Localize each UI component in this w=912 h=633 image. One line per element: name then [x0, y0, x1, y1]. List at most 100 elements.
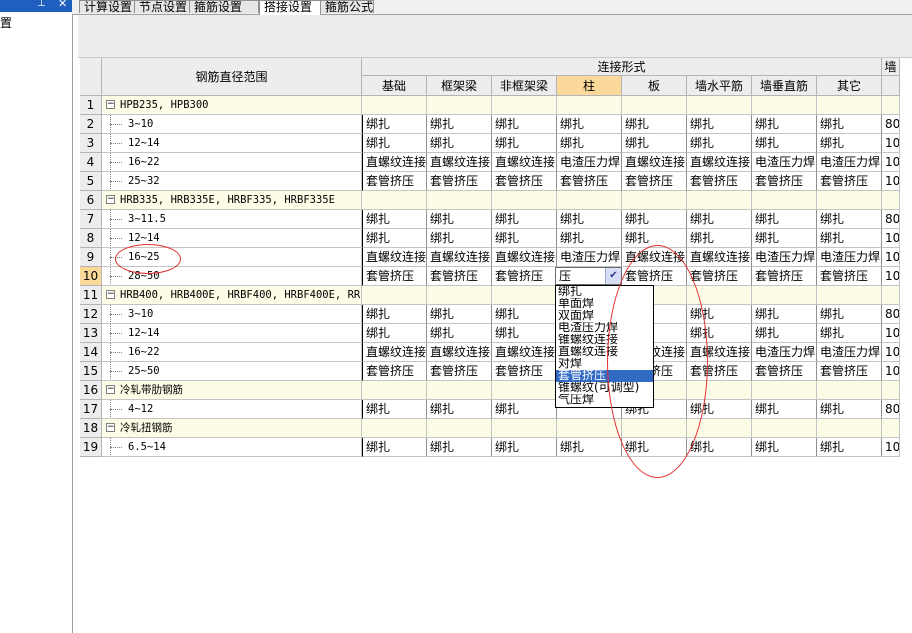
range-label[interactable]: 6.5~14	[102, 438, 362, 457]
connection-cell[interactable]	[492, 286, 557, 305]
column-header-7[interactable]: 其它	[817, 76, 882, 96]
connection-cell[interactable]	[817, 419, 882, 438]
connection-cell[interactable]	[557, 419, 622, 438]
connection-cell[interactable]: 绑扎	[362, 438, 427, 457]
connection-cell[interactable]: 电渣压力焊	[752, 153, 817, 172]
tab-3[interactable]: 搭接设置	[259, 0, 321, 15]
connection-cell[interactable]: 绑扎	[362, 210, 427, 229]
connection-cell[interactable]: 绑扎	[752, 438, 817, 457]
connection-cell[interactable]: 绑扎	[427, 438, 492, 457]
connection-cell[interactable]: 绑扎	[752, 115, 817, 134]
range-label[interactable]: 12~14	[102, 324, 362, 343]
range-label[interactable]: 4~12	[102, 400, 362, 419]
connection-cell[interactable]: 绑扎	[492, 115, 557, 134]
connection-cell[interactable]: 绑扎	[557, 210, 622, 229]
extra-cell[interactable]	[882, 96, 900, 115]
column-header-5[interactable]: 墙水平筋	[687, 76, 752, 96]
connection-cell[interactable]	[427, 191, 492, 210]
connection-cell[interactable]	[687, 381, 752, 400]
column-header-0[interactable]: 基础	[362, 76, 427, 96]
connection-cell[interactable]: 电渣压力焊	[817, 343, 882, 362]
connection-cell[interactable]: 绑扎	[362, 134, 427, 153]
connection-cell[interactable]	[427, 286, 492, 305]
connection-cell[interactable]	[557, 191, 622, 210]
pin-icon[interactable]: ⊥	[37, 0, 46, 9]
range-label[interactable]: 25~50	[102, 362, 362, 381]
connection-cell[interactable]: 绑扎	[362, 324, 427, 343]
connection-cell[interactable]: 绑扎	[557, 134, 622, 153]
connection-cell[interactable]: 绑扎	[622, 134, 687, 153]
connection-cell[interactable]: 绑扎	[622, 229, 687, 248]
connection-cell[interactable]	[622, 96, 687, 115]
connection-cell[interactable]	[687, 96, 752, 115]
connection-cell[interactable]	[492, 191, 557, 210]
range-label[interactable]: 16~25	[102, 248, 362, 267]
connection-cell[interactable]: 绑扎	[817, 438, 882, 457]
connection-cell[interactable]: 绑扎	[427, 210, 492, 229]
tab-1[interactable]: 节点设置	[134, 0, 190, 13]
connection-cell[interactable]: 绑扎	[557, 438, 622, 457]
connection-cell[interactable]: 绑扎	[557, 115, 622, 134]
column-header-6[interactable]: 墙垂直筋	[752, 76, 817, 96]
connection-cell[interactable]: 直螺纹连接	[687, 343, 752, 362]
connection-cell[interactable]: 套管挤压	[817, 362, 882, 381]
connection-cell[interactable]: 绑扎	[687, 210, 752, 229]
connection-cell[interactable]: 绑扎	[557, 229, 622, 248]
connection-cell[interactable]	[492, 381, 557, 400]
collapse-icon[interactable]: −	[106, 290, 115, 299]
group-row-label[interactable]: − 冷轧带肋钢筋	[102, 381, 362, 400]
range-label[interactable]: 25~32	[102, 172, 362, 191]
connection-cell[interactable]: 绑扎	[622, 210, 687, 229]
connection-cell[interactable]: 绑扎	[817, 229, 882, 248]
connection-cell[interactable]: 直螺纹连接	[622, 248, 687, 267]
extra-cell[interactable]: 10	[882, 324, 900, 343]
collapse-icon[interactable]: −	[106, 100, 115, 109]
connection-cell[interactable]: 绑扎	[817, 210, 882, 229]
connection-cell[interactable]: 绑扎	[492, 438, 557, 457]
connection-cell[interactable]: 绑扎	[752, 134, 817, 153]
connection-cell[interactable]	[427, 381, 492, 400]
extra-cell[interactable]	[882, 419, 900, 438]
connection-cell[interactable]	[817, 286, 882, 305]
extra-cell[interactable]: 10	[882, 267, 900, 286]
connection-cell[interactable]: 套管挤压	[557, 172, 622, 191]
extra-cell[interactable]: 10	[882, 343, 900, 362]
connection-cell[interactable]	[362, 381, 427, 400]
collapse-icon[interactable]: −	[106, 423, 115, 432]
connection-cell[interactable]: 绑扎	[427, 324, 492, 343]
range-label[interactable]: 28~50	[102, 267, 362, 286]
column-header-4[interactable]: 板	[622, 76, 687, 96]
connection-cell[interactable]: 套管挤压	[817, 267, 882, 286]
tab-4[interactable]: 箍筋公式	[320, 0, 374, 13]
connection-cell[interactable]: 绑扎	[492, 210, 557, 229]
tab-2[interactable]: 箍筋设置	[189, 0, 259, 13]
group-row-label[interactable]: − 冷轧扭钢筋	[102, 419, 362, 438]
extra-cell[interactable]: 10	[882, 229, 900, 248]
connection-cell[interactable]: 直螺纹连接	[362, 153, 427, 172]
connection-cell[interactable]: 直螺纹连接	[622, 153, 687, 172]
connection-cell[interactable]	[752, 419, 817, 438]
connection-cell[interactable]: 绑扎	[362, 400, 427, 419]
dropdown-option[interactable]: 套管挤压	[556, 370, 653, 382]
connection-cell[interactable]: 绑扎	[752, 210, 817, 229]
connection-combo[interactable]: 压 ✔	[555, 267, 622, 285]
connection-cell[interactable]: 电渣压力焊	[752, 343, 817, 362]
extra-cell[interactable]	[882, 286, 900, 305]
connection-cell[interactable]: 绑扎	[427, 305, 492, 324]
connection-cell[interactable]: 绑扎	[817, 134, 882, 153]
collapse-icon[interactable]: −	[106, 195, 115, 204]
connection-cell[interactable]: 套管挤压	[622, 172, 687, 191]
connection-cell[interactable]	[752, 96, 817, 115]
left-panel-item[interactable]: 置	[0, 14, 12, 31]
connection-cell[interactable]: 绑扎	[492, 229, 557, 248]
group-row-label[interactable]: − HPB235, HPB300	[102, 96, 362, 115]
dropdown-option[interactable]: 绑扎	[556, 286, 653, 298]
column-header-1[interactable]: 框架梁	[427, 76, 492, 96]
range-label[interactable]: 12~14	[102, 229, 362, 248]
connection-cell[interactable]: 绑扎	[687, 305, 752, 324]
connection-cell[interactable]: 电渣压力焊	[752, 248, 817, 267]
connection-cell[interactable]: 套管挤压	[492, 172, 557, 191]
connection-cell[interactable]	[817, 381, 882, 400]
connection-cell[interactable]: 绑扎	[687, 324, 752, 343]
range-label[interactable]: 12~14	[102, 134, 362, 153]
